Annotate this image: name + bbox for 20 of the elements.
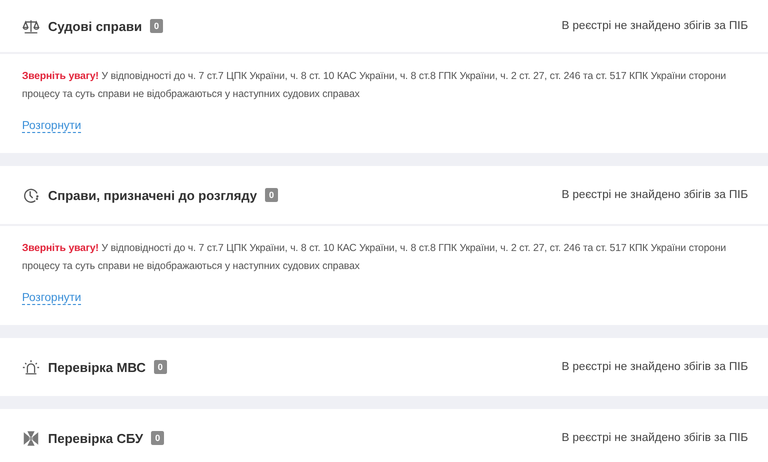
notice-text: Зверніть увагу! У відповідності до ч. 7 ст.7 ЦПК України, ч. 8 ст. 10 КАС України, ч. 8 ст.8 ГПК України, ч. 2 ст. 27, ст. 246 та ст. 517 КПК України сторони процесу та суть справи не відображаються у наступних судових справах [22, 70, 727, 102]
status-text: В реєстрі не знайдено збігів за ПІБ [562, 361, 748, 373]
expand-link[interactable]: Розгорнути [22, 292, 82, 305]
scales-icon [22, 18, 40, 34]
section-title: Перевірка СБУ [48, 430, 144, 446]
siren-icon [22, 358, 40, 376]
status-text: В реєстрі не знайдено збігів за ПІБ [562, 20, 748, 32]
status-text: В реєстрі не знайдено збігів за ПІБ [562, 432, 748, 444]
expand-link[interactable]: Розгорнути [22, 120, 82, 133]
count-badge: 0 [265, 188, 278, 202]
section-title: Справи, призначені до розгляду [48, 188, 258, 202]
count-badge: 0 [150, 19, 163, 33]
notice-text: Зверніть увагу! У відповідності до ч. 7 ст.7 ЦПК України, ч. 8 ст. 10 КАС України, ч. 8 ст.8 ГПК України, ч. 2 ст. 27, ст. 246 та ст. 517 КПК України сторони процесу та суть справи не відображаються у наступних судових справах [22, 242, 727, 274]
section-title: Судові справи [48, 18, 142, 34]
section-title: Перевірка МВС [48, 360, 146, 374]
clock-icon [22, 186, 40, 204]
emblem-icon [22, 430, 40, 446]
status-text: В реєстрі не знайдено збігів за ПІБ [562, 189, 748, 201]
count-badge: 0 [154, 360, 167, 374]
count-badge: 0 [151, 431, 164, 445]
